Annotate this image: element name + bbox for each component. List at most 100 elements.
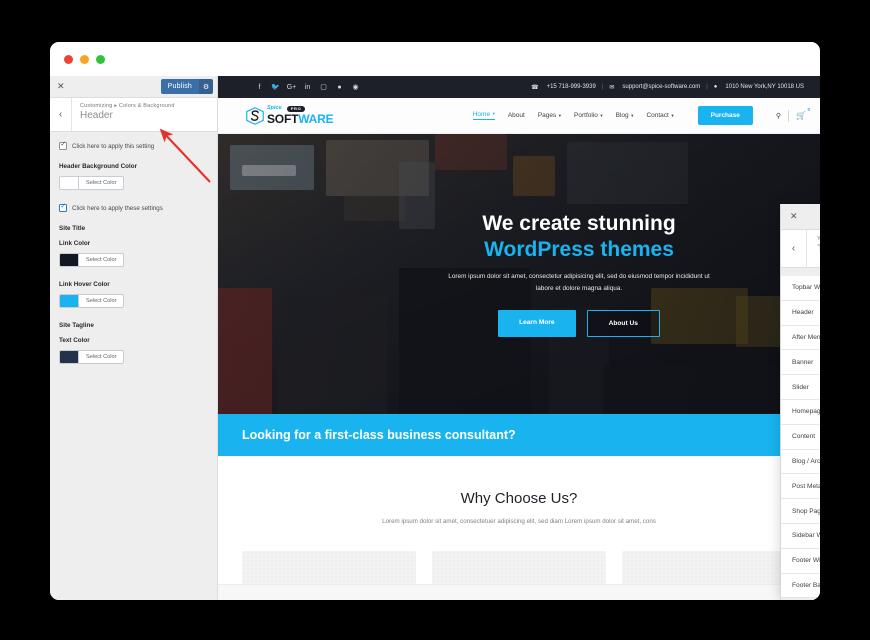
typography-item-footer-widgets[interactable]: Footer Widgets› xyxy=(781,548,820,574)
learn-more-button[interactable]: Learn More xyxy=(498,309,576,337)
purchase-button[interactable]: Purchase xyxy=(697,106,753,125)
window-titlebar xyxy=(50,42,820,76)
main-menu: Home▾ About Pages▾ Portfolio▾ Blog▾ xyxy=(472,106,810,125)
apply-these-settings-row[interactable]: Click here to apply these settings xyxy=(59,203,207,212)
feature-cards xyxy=(218,525,820,591)
menu-item-blog[interactable]: Blog ▾ xyxy=(616,112,634,119)
typography-item-slider[interactable]: Slider› xyxy=(781,375,820,400)
linkedin-icon[interactable]: in xyxy=(304,84,311,91)
menu-label: About xyxy=(507,112,525,119)
typography-item-shop-page[interactable]: Shop Page› xyxy=(781,499,820,524)
select-color-label: Select Color xyxy=(86,354,117,360)
hero-paragraph: Lorem ipsum dolor sit amet, consectetur … xyxy=(448,273,710,292)
select-color-label: Select Color xyxy=(86,180,117,186)
menu-item-contact[interactable]: Contact ▾ xyxy=(646,112,673,119)
customizer-header: ‹ Customizing ▸ Colors & Background Head… xyxy=(50,98,217,132)
customizer-panel: ✕ Publish ⚙ ‹ Customizing ▸ Colors & Bac… xyxy=(50,76,218,600)
menu-label: Contact xyxy=(646,112,669,119)
menu-item-home[interactable]: Home ▾ xyxy=(472,111,495,121)
select-color-label: Select Color xyxy=(86,298,117,304)
dribbble-icon[interactable]: ◉ xyxy=(352,83,359,91)
breadcrumb: Customizing ▸ Colors & Background xyxy=(80,103,175,109)
color-swatch xyxy=(60,351,79,363)
typography-item-post-meta[interactable]: Post Meta› xyxy=(781,474,820,500)
divider xyxy=(788,109,790,122)
color-swatch xyxy=(60,177,79,189)
site-title-section-label: Site Title xyxy=(59,225,86,232)
window-maximize-button[interactable] xyxy=(96,54,105,64)
topbar-contacts: ☎ +15 718-999-3939 | ✉ support@spice-sof… xyxy=(531,84,804,91)
text-color-picker[interactable]: Select Color xyxy=(59,350,125,364)
typography-item-after-menu-button[interactable]: After Menu Button› xyxy=(781,325,820,351)
email-address[interactable]: support@spice-software.com xyxy=(622,84,700,90)
close-icon[interactable]: ✕ xyxy=(57,82,65,91)
apply-these-settings-checkbox[interactable] xyxy=(59,203,67,212)
twitter-icon[interactable]: 🐦 xyxy=(271,83,280,91)
typography-item-banner[interactable]: Banner› xyxy=(781,350,820,376)
typography-topbar: ✕ Publish ⚙ xyxy=(781,204,820,230)
apply-this-setting-checkbox[interactable] xyxy=(59,141,67,150)
apply-these-settings-label: Click here to apply these settings xyxy=(72,204,163,212)
spice-s-logo-icon xyxy=(246,106,264,125)
apply-this-setting-row[interactable]: Click here to apply this setting xyxy=(59,141,207,150)
item-label: Banner xyxy=(792,358,814,366)
typography-item-content[interactable]: Content› xyxy=(781,424,820,450)
typography-item-topbar-widgets[interactable]: Topbar Widgets› xyxy=(781,276,820,301)
instagram-icon[interactable]: ▢ xyxy=(320,83,327,91)
phone-number[interactable]: +15 718-999-3939 xyxy=(547,84,596,90)
menu-item-about[interactable]: About xyxy=(508,112,525,119)
header-background-color-label: Header Background Color xyxy=(59,163,138,170)
menu-label: Blog xyxy=(615,112,629,119)
customizer-title-block: Customizing ▸ Colors & Background Header xyxy=(72,98,175,131)
why-choose-us-section: Why Choose Us? Lorem ipsum dolor sit ame… xyxy=(218,456,820,591)
back-icon[interactable]: ‹ xyxy=(781,230,807,267)
logo-text: Spice PRO SOFTWARE xyxy=(267,106,334,127)
phone-icon: ☎ xyxy=(531,84,539,91)
link-color-picker[interactable]: Select Color xyxy=(59,253,125,267)
header-background-color-picker[interactable]: Select Color xyxy=(59,176,125,190)
customizer-topbar: ✕ Publish ⚙ xyxy=(50,76,217,98)
item-label: Post Meta xyxy=(792,482,820,490)
hero-buttons: Learn More About Us xyxy=(498,309,660,337)
color-swatch xyxy=(60,295,79,307)
site-topbar: f 🐦 G+ in ▢ ● ◉ ☎ +15 718-999-3939 | ✉ s… xyxy=(218,76,820,98)
behance-icon[interactable]: ● xyxy=(336,84,343,91)
menu-item-portfolio[interactable]: Portfolio ▾ xyxy=(574,112,603,119)
chevron-down-icon: ▾ xyxy=(631,112,634,118)
street-address: 1010 New York,NY 10018 US xyxy=(725,84,804,90)
hero-heading-line2: WordPress themes xyxy=(484,237,674,261)
select-color-label: Select Color xyxy=(86,257,117,263)
logo-ware: WARE xyxy=(298,112,334,127)
window-close-button[interactable] xyxy=(64,54,73,64)
location-pin-icon: ● xyxy=(713,84,718,90)
logo-software-text: SOFTWARE xyxy=(267,112,334,127)
item-label: Header xyxy=(792,309,814,317)
search-icon[interactable]: ⚲ xyxy=(776,112,781,120)
about-us-button[interactable]: About Us xyxy=(586,309,660,337)
facebook-icon[interactable]: f xyxy=(256,84,263,91)
back-icon[interactable]: ‹ xyxy=(50,98,72,131)
typography-item-header[interactable]: Header› xyxy=(781,300,820,326)
typography-item-homepage-section[interactable]: Homepage Section› xyxy=(781,399,820,425)
cart-icon[interactable]: 🛒 0 xyxy=(796,107,810,120)
separator: | xyxy=(601,84,604,90)
publish-button[interactable]: Publish xyxy=(160,79,199,94)
typography-item-sidebar-widgets[interactable]: Sidebar Widgets› xyxy=(781,523,820,549)
page-title: Header xyxy=(80,110,113,121)
page-title: Typography Settings xyxy=(817,243,820,255)
close-icon[interactable]: ✕ xyxy=(790,212,798,221)
item-label: Slider xyxy=(792,383,809,391)
publish-group: Publish ⚙ xyxy=(160,79,213,94)
item-label: Content xyxy=(792,433,816,441)
menu-item-pages[interactable]: Pages ▾ xyxy=(538,112,561,119)
site-logo[interactable]: Spice PRO SOFTWARE xyxy=(246,106,334,127)
item-label: Shop Page xyxy=(792,507,820,515)
typography-item-footer-bar[interactable]: Footer Bar› xyxy=(781,573,820,599)
hero-heading: We create stunning WordPress themes xyxy=(482,211,675,262)
typography-header: ‹ You are customizing Typography Setting… xyxy=(781,230,820,268)
link-hover-color-picker[interactable]: Select Color xyxy=(59,294,125,308)
gear-icon[interactable]: ⚙ xyxy=(199,79,213,94)
google-plus-icon[interactable]: G+ xyxy=(287,84,297,91)
typography-item-blog-archive-single-post[interactable]: Blog / Archive / Single Post› xyxy=(781,449,820,475)
window-minimize-button[interactable] xyxy=(80,54,89,64)
